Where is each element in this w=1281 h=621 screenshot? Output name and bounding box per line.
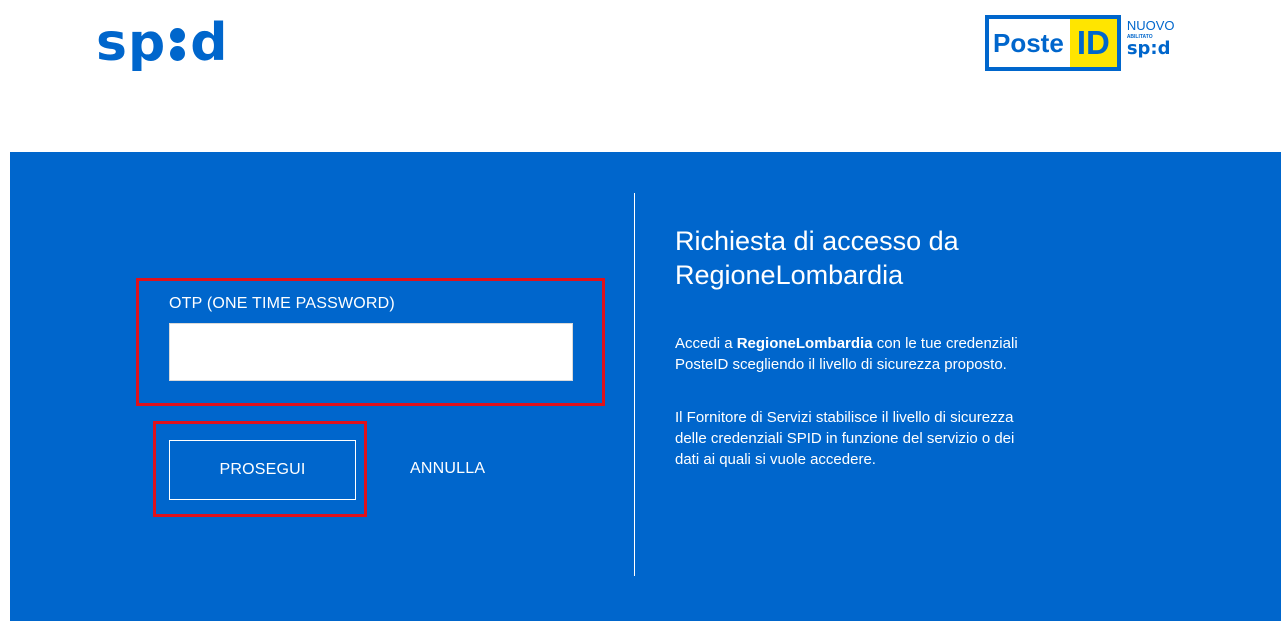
service-name: RegioneLombardia: [736, 335, 873, 352]
annulla-link[interactable]: ANNULLA: [410, 460, 485, 478]
spid-dots-icon: [167, 26, 189, 62]
access-description: Accedi a RegioneLombardia con le tue cre…: [675, 333, 1145, 375]
access-description-rest: con le tue credenziali: [872, 335, 1018, 352]
otp-input[interactable]: [169, 323, 573, 381]
nuovo-text: NUOVO: [1126, 18, 1175, 33]
access-description-line-2: PosteID scegliendo il livello di sicurez…: [675, 356, 1007, 373]
vertical-divider: [634, 193, 635, 576]
page-title: Richiesta di accesso da RegioneLombardia: [675, 224, 1235, 292]
access-description-prefix: Accedi a: [675, 335, 737, 352]
login-panel: OTP (ONE TIME PASSWORD) PROSEGUI ANNULLA…: [10, 152, 1281, 621]
prosegui-button[interactable]: PROSEGUI: [169, 440, 356, 500]
poste-text: Poste: [993, 28, 1064, 58]
otp-label: OTP (ONE TIME PASSWORD): [169, 295, 395, 312]
spid-logo: sp d: [96, 8, 228, 78]
title-line-1: Richiesta di accesso da: [675, 226, 959, 256]
posteid-logo: Poste ID NUOVO ABILITATO sp:d: [985, 15, 1191, 71]
security-line-2: delle credenziali SPID in funzione del s…: [675, 430, 1015, 447]
posteid-wordmark: Poste ID: [985, 15, 1121, 71]
security-line-1: Il Fornitore di Servizi stabilisce il li…: [675, 409, 1014, 426]
page-header: sp d Poste ID NUOVO ABILITATO sp:d: [0, 0, 1281, 152]
spid-small-logo: sp:d: [1126, 38, 1171, 59]
spid-logo-text-start: sp: [96, 13, 167, 73]
spid-enabled-badge: NUOVO ABILITATO sp:d: [1127, 15, 1175, 71]
title-line-2: RegioneLombardia: [675, 260, 904, 290]
security-line-3: dati ai quali si vuole accedere.: [675, 451, 876, 468]
security-level-description: Il Fornitore di Servizi stabilisce il li…: [675, 407, 1145, 470]
id-text: ID: [1069, 19, 1117, 67]
spid-logo-text-end: d: [190, 13, 229, 73]
